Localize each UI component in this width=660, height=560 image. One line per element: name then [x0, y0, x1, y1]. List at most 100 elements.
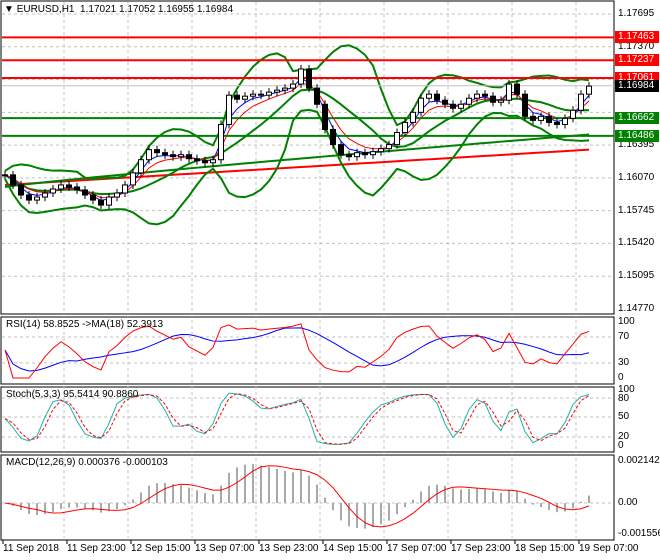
candle-body	[218, 123, 224, 161]
price-axis-label: 1.16070	[618, 171, 655, 183]
candle-body	[258, 93, 264, 96]
rsi-axis-70: 70	[618, 331, 630, 342]
candle-body	[506, 83, 512, 101]
symbol-label: EURUSD,H1	[16, 4, 75, 15]
candle-body	[210, 159, 216, 164]
candle-body	[370, 151, 376, 156]
candle-body	[570, 109, 576, 119]
macd-axis-max: 0.002142	[618, 455, 660, 466]
macd-axis-zero: 0.00	[618, 497, 638, 508]
candle-body	[34, 196, 40, 201]
candle-body	[90, 194, 96, 201]
candle-body	[186, 154, 192, 160]
close-value: 1.16984	[196, 4, 234, 15]
candle-body	[74, 186, 80, 191]
candle-body	[26, 194, 32, 201]
rsi-axis-30: 30	[618, 357, 630, 368]
open-value: 1.17021	[80, 4, 117, 15]
rsi-axis-100: 100	[618, 316, 635, 327]
low-value: 1.16955	[157, 4, 195, 15]
candle-body	[362, 152, 368, 156]
candle-body	[18, 184, 24, 196]
stoch-axis-80: 80	[618, 393, 630, 404]
stoch-title: Stoch(5,3,3) 95.5414 90.8860	[6, 389, 139, 400]
candle-body	[586, 85, 592, 95]
time-axis-label: 19 Sep 07:00	[579, 543, 639, 554]
price-axis-label: 1.14770	[618, 302, 655, 314]
candle-body	[42, 192, 48, 198]
candle-body	[162, 152, 168, 156]
current-price-tag: 1.16984	[615, 79, 659, 92]
candle-body	[482, 93, 488, 97]
candle-body	[170, 154, 176, 158]
candle-body	[250, 93, 256, 97]
candle-body	[474, 93, 480, 99]
stoch-axis-50: 50	[618, 411, 630, 422]
candle-body	[194, 158, 200, 162]
candle-body	[242, 95, 248, 100]
candle-body	[386, 144, 392, 150]
macd-title: MACD(12,26,9) 0.000376 -0.000103	[6, 457, 168, 468]
candle-body	[578, 93, 584, 111]
rsi-axis-0: 0	[618, 372, 624, 383]
price-axis-label: 1.17695	[618, 8, 655, 19]
candle-body	[298, 68, 304, 85]
time-axis-label: 14 Sep 15:00	[323, 543, 383, 554]
candle-body	[202, 160, 208, 164]
candle-body	[554, 121, 560, 125]
dropdown-triangle-icon[interactable]: ▼	[4, 4, 14, 15]
rsi-ma-line	[4, 327, 590, 372]
candle-body	[490, 95, 496, 103]
candle-body	[2, 174, 8, 177]
candle-body	[226, 94, 232, 125]
time-axis-label: 11 Sep 23:00	[67, 543, 126, 554]
candle-body	[322, 103, 328, 130]
candle-body	[66, 184, 72, 188]
candle-body	[98, 199, 104, 206]
price-axis-label: 1.15745	[618, 204, 655, 216]
candle-body	[338, 144, 344, 156]
candle-body	[442, 99, 448, 105]
time-axis-label: 12 Sep 15:00	[131, 543, 191, 554]
mt4-chart-window: ▼ EURUSD,H1 1.17021 1.17052 1.16955 1.16…	[0, 0, 660, 560]
candle-body	[114, 192, 120, 198]
candle-body	[418, 97, 424, 113]
candle-body	[58, 184, 64, 190]
candle-body	[514, 83, 520, 95]
candle-body	[402, 121, 408, 133]
stoch-axis-0: 0	[618, 440, 624, 451]
candle-body	[122, 184, 128, 194]
time-axis-label: 13 Sep 23:00	[259, 543, 319, 554]
candle-body	[458, 103, 464, 109]
candle-body	[10, 174, 16, 186]
level-price-tag: 1.17463	[615, 31, 659, 44]
candle-body	[234, 94, 240, 100]
candle-body	[426, 93, 432, 99]
candle-body	[354, 152, 360, 158]
candle-body	[82, 189, 88, 196]
time-axis-label: 18 Sep 15:00	[515, 543, 575, 554]
candle-body	[394, 131, 400, 146]
chart-header: ▼ EURUSD,H1 1.17021 1.17052 1.16955 1.16…	[4, 4, 233, 15]
candle-body	[306, 68, 312, 89]
candle-body	[450, 103, 456, 109]
candle-body	[290, 83, 296, 89]
candle-body	[546, 115, 552, 123]
candle-body	[410, 111, 416, 123]
chart-canvas[interactable]	[0, 0, 660, 560]
candle-body	[346, 154, 352, 158]
candle-body	[330, 128, 336, 146]
candle-body	[434, 93, 440, 101]
candle-body	[530, 115, 536, 121]
time-axis-label: 17 Sep 07:00	[387, 543, 447, 554]
time-axis-label: 17 Sep 23:00	[451, 543, 511, 554]
rsi-line	[4, 323, 590, 379]
candle-body	[522, 93, 528, 117]
candle-body	[178, 154, 184, 158]
candle-body	[266, 91, 272, 96]
candle-body	[146, 149, 152, 161]
candle-body	[498, 99, 504, 103]
time-axis-label: 13 Sep 07:00	[195, 543, 255, 554]
candle-body	[314, 87, 320, 105]
candle-body	[50, 188, 56, 194]
